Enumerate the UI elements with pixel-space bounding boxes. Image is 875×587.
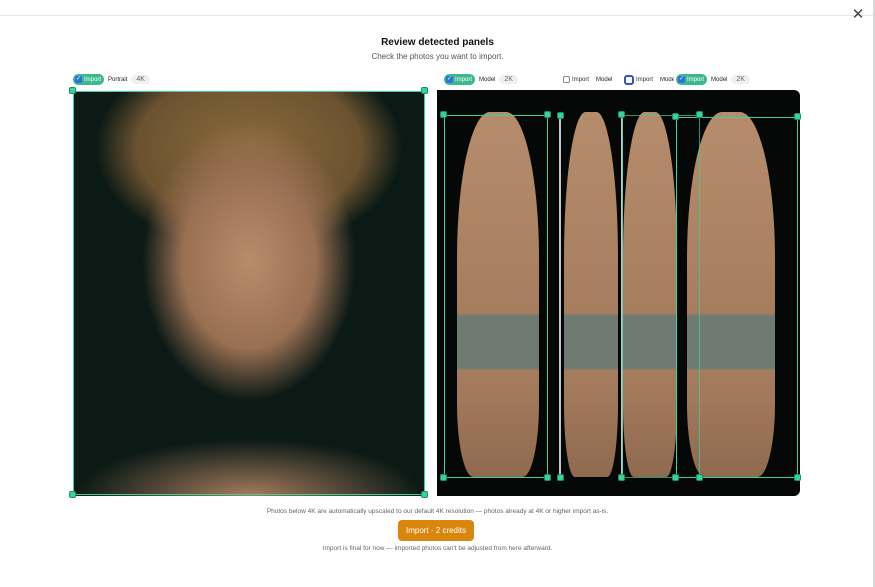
selection-box-portrait[interactable] <box>73 91 425 495</box>
panel-tag: Model <box>660 76 675 83</box>
resize-handle[interactable] <box>794 113 801 120</box>
resize-handle[interactable] <box>421 87 428 94</box>
resize-handle[interactable] <box>69 87 76 94</box>
selection-box-model-front[interactable] <box>444 115 548 478</box>
checkmark-icon[interactable]: ✓ <box>678 76 685 83</box>
resize-handle[interactable] <box>794 474 801 481</box>
resize-handle[interactable] <box>557 474 564 481</box>
resize-handle[interactable] <box>696 111 703 118</box>
import-button[interactable]: Import · 2 credits <box>398 520 474 541</box>
resize-handle[interactable] <box>618 111 625 118</box>
panel-header-model-front: ✓ Import Model 2K <box>444 73 518 86</box>
close-icon[interactable]: ✕ <box>850 7 866 23</box>
panel-header-model-side-left: Import Model <box>622 73 674 86</box>
panel-divider <box>559 112 561 480</box>
import-label: Import <box>572 76 590 83</box>
resolution-badge: 2K <box>499 75 518 84</box>
panel-tag: Model <box>479 76 496 83</box>
resize-handle[interactable] <box>557 112 564 119</box>
import-label: Import <box>636 76 654 83</box>
checkbox-focused[interactable] <box>624 74 634 85</box>
checkbox-unchecked[interactable] <box>563 76 570 83</box>
panel-tag: Model <box>596 76 613 83</box>
resize-handle[interactable] <box>696 474 703 481</box>
panel-header-portrait: ✓ Import Portrait 4K <box>73 73 150 86</box>
resize-handle[interactable] <box>618 474 625 481</box>
model-side-figure <box>564 112 618 477</box>
import-toggle-panel-1[interactable]: ✓ Import <box>73 74 105 85</box>
import-label: Import <box>687 76 705 83</box>
resolution-badge: 4K <box>131 75 150 84</box>
dialog-title: Review detected panels <box>381 37 494 48</box>
panel-tag: Model <box>711 76 728 83</box>
resize-handle[interactable] <box>440 474 447 481</box>
dialog-subtitle: Check the photos you want to import. <box>371 52 504 61</box>
import-toggle-panel-4[interactable]: Import <box>622 74 656 85</box>
checkmark-icon[interactable]: ✓ <box>75 76 82 83</box>
import-toggle-panel-5[interactable]: ✓ Import <box>676 74 708 85</box>
selection-box-model-side[interactable] <box>622 115 700 478</box>
resize-handle[interactable] <box>672 113 679 120</box>
top-divider <box>0 15 875 16</box>
panel-tag: Portrait <box>108 76 128 83</box>
resize-handle[interactable] <box>672 474 679 481</box>
import-toggle-panel-3[interactable]: Import <box>561 74 592 85</box>
resize-handle[interactable] <box>544 474 551 481</box>
import-label: Import <box>84 76 102 83</box>
resolution-badge: 2K <box>731 75 750 84</box>
checkmark-icon[interactable]: ✓ <box>446 76 453 83</box>
final-import-note: Import is final for now — imported photo… <box>322 545 553 552</box>
resize-handle[interactable] <box>544 111 551 118</box>
panel-header-model-side-right: Import Model <box>561 73 612 86</box>
import-label: Import <box>455 76 473 83</box>
resize-handle[interactable] <box>440 111 447 118</box>
resize-handle[interactable] <box>69 491 76 498</box>
import-toggle-panel-2[interactable]: ✓ Import <box>444 74 476 85</box>
resize-handle[interactable] <box>421 491 428 498</box>
panel-header-model-back: ✓ Import Model 2K <box>676 73 750 86</box>
upscale-note: Photos below 4K are automatically upscal… <box>266 508 609 515</box>
